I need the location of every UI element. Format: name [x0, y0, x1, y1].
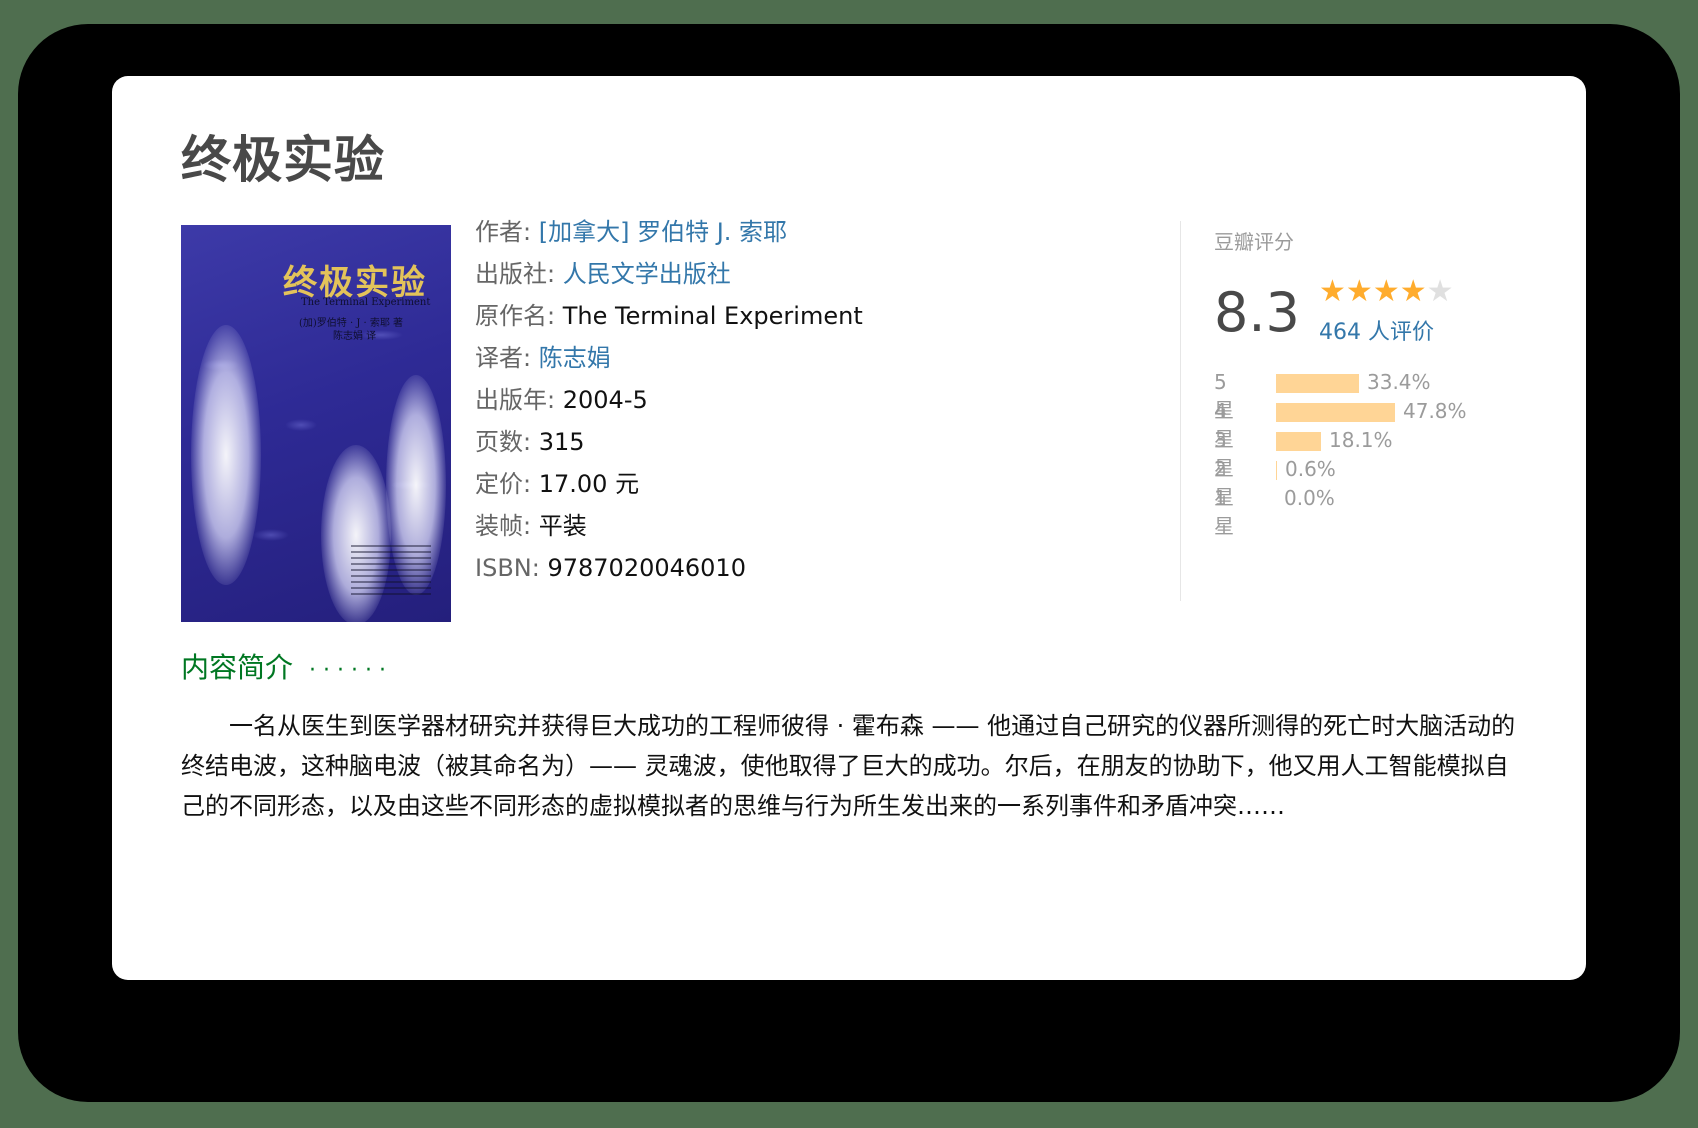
author-link[interactable]: [加拿大] 罗伯特 J. 索耶 — [539, 218, 787, 246]
info-pages: 页数: 315 — [475, 421, 863, 463]
rating-row-percent: 33.4% — [1367, 370, 1431, 394]
price-value: 17.00 元 — [538, 470, 640, 498]
rating-divider — [1180, 221, 1181, 601]
publisher-link[interactable]: 人民文学出版社 — [563, 260, 731, 288]
book-info: 作者: [加拿大] 罗伯特 J. 索耶 出版社: 人民文学出版社 原作名: Th… — [475, 211, 863, 589]
info-label: 出版年: — [475, 386, 556, 414]
info-label: ISBN: — [475, 554, 540, 582]
info-label: 页数: — [475, 428, 532, 456]
binding-value: 平装 — [538, 512, 587, 540]
rating-bar — [1276, 461, 1277, 480]
translator-link[interactable]: 陈志娟 — [539, 344, 611, 372]
info-author: 作者: [加拿大] 罗伯特 J. 索耶 — [475, 211, 863, 253]
original-title-value: The Terminal Experiment — [562, 302, 863, 330]
info-publisher: 出版社: 人民文学出版社 — [475, 253, 863, 295]
rating-panel: 豆瓣评分 8.3 ★★★★★ 464 人评价 5 星 33.4% 4 星 47.8% 3… — [1214, 226, 1574, 538]
rating-row-percent: 47.8% — [1403, 399, 1467, 423]
intro-heading-text: 内容简介 — [181, 651, 294, 684]
cover-subtitle: The Terminal Experiment — [301, 297, 431, 308]
star-icon: ★ — [1345, 274, 1373, 309]
star-empty-icon: ★ — [1426, 274, 1454, 309]
rating-bar — [1276, 374, 1359, 393]
info-binding: 装帧: 平装 — [475, 505, 863, 547]
rating-score: 8.3 — [1214, 281, 1300, 344]
pages-value: 315 — [538, 428, 585, 456]
info-label: 装帧: — [475, 512, 532, 540]
book-title: 终极实验 — [181, 131, 385, 189]
info-publish-year: 出版年: 2004-5 — [475, 379, 863, 421]
book-cover-image[interactable]: 终极实验 The Terminal Experiment (加)罗伯特 · J … — [181, 225, 451, 622]
intro-heading: 内容简介 ······ — [181, 646, 393, 686]
rating-label: 豆瓣评分 — [1214, 230, 1294, 254]
info-original-title: 原作名: The Terminal Experiment — [475, 295, 863, 337]
intro-heading-dots: ······ — [309, 658, 393, 683]
info-label: 原作名: — [475, 302, 556, 330]
star-icon: ★ — [1319, 274, 1346, 309]
info-label: 作者: — [475, 218, 532, 246]
rating-row-percent: 0.0% — [1284, 486, 1335, 510]
cover-translator: 陈志娟 译 — [333, 331, 377, 342]
book-card: 终极实验 终极实验 The Terminal Experiment (加)罗伯特… — [112, 76, 1586, 980]
cover-author: (加)罗伯特 · J · 索耶 著 — [299, 318, 404, 329]
cover-figure-left — [191, 325, 261, 585]
rating-row-percent: 18.1% — [1329, 428, 1393, 452]
cover-author-line: (加)罗伯特 · J · 索耶 著 陈志娟 译 — [299, 317, 403, 343]
isbn-value: 9787020046010 — [547, 554, 746, 582]
info-isbn: ISBN: 9787020046010 — [475, 547, 863, 589]
rating-stars: ★★★★★ — [1319, 274, 1454, 309]
info-price: 定价: 17.00 元 — [475, 463, 863, 505]
info-label: 译者: — [475, 344, 532, 372]
votes-link[interactable]: 464 人评价 — [1319, 314, 1434, 346]
rating-row-label: 1 星 — [1214, 486, 1234, 538]
cover-figure-middle — [321, 445, 391, 622]
star-icon: ★ — [1372, 274, 1400, 309]
publish-year-value: 2004-5 — [562, 386, 648, 414]
rating-bar — [1276, 403, 1395, 422]
info-label: 定价: — [475, 470, 532, 498]
info-label: 出版社: — [475, 260, 556, 288]
star-icon: ★ — [1399, 274, 1427, 309]
rating-bar — [1276, 432, 1321, 451]
info-translator: 译者: 陈志娟 — [475, 337, 863, 379]
intro-body: 一名从医生到医学器材研究并获得巨大成功的工程师彼得 · 霍布森 —— 他通过自己… — [181, 712, 1516, 820]
rating-row-percent: 0.6% — [1285, 457, 1336, 481]
cover-blurb-text — [351, 545, 431, 595]
